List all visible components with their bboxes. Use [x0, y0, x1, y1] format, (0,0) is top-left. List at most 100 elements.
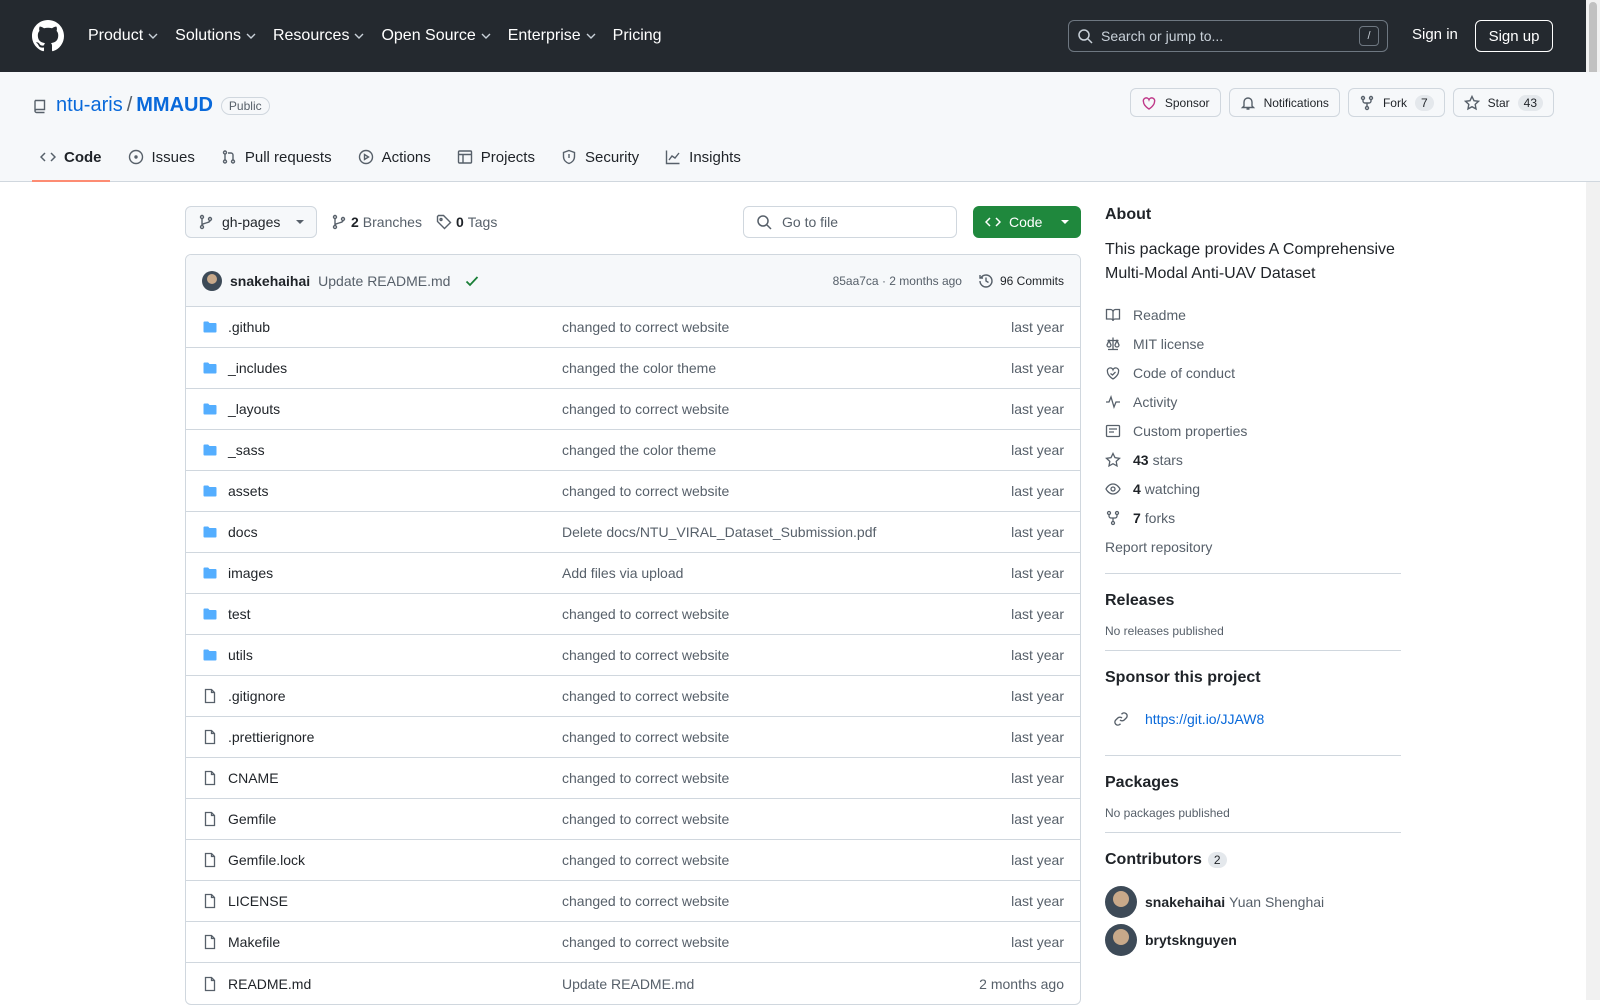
contributor-login[interactable]: brytsknguyen — [1145, 932, 1237, 948]
branches-link[interactable]: 2 Branches — [331, 214, 422, 230]
commits-link[interactable]: 96 Commits — [978, 273, 1064, 289]
file-name-link[interactable]: .github — [228, 319, 562, 335]
nav-resources[interactable]: Resources — [273, 27, 365, 45]
tab-issues[interactable]: Issues — [120, 133, 203, 181]
contributors-heading[interactable]: Contributors 2 — [1105, 851, 1401, 869]
file-row[interactable]: images Add files via upload last year — [186, 553, 1080, 594]
file-commit-message-link[interactable]: changed to correct website — [562, 483, 1011, 499]
file-name-link[interactable]: docs — [228, 524, 562, 540]
file-commit-message-link[interactable]: changed to correct website — [562, 811, 1011, 827]
repo-name-link[interactable]: MMAUD — [136, 94, 213, 117]
commit-hash-time[interactable]: 85aa7ca · 2 months ago — [833, 274, 962, 288]
about-link-forks[interactable]: 7 forks — [1105, 503, 1401, 532]
file-row[interactable]: _layouts changed to correct website last y… — [186, 389, 1080, 430]
nav-enterprise[interactable]: Enterprise — [508, 27, 597, 45]
contributor-login[interactable]: snakehaihai — [1145, 894, 1225, 910]
github-logo-icon[interactable] — [32, 20, 64, 52]
file-commit-message-link[interactable]: changed to correct website — [562, 688, 1011, 704]
avatar[interactable] — [202, 270, 222, 291]
file-name-link[interactable]: assets — [228, 483, 562, 499]
sign-in-link[interactable]: Sign in — [1412, 26, 1458, 43]
file-row[interactable]: README.md Update README.md 2 months ago — [186, 963, 1080, 1004]
file-commit-message-link[interactable]: changed the color theme — [562, 442, 1011, 458]
file-row[interactable]: .github changed to correct website last ye… — [186, 307, 1080, 348]
file-row[interactable]: .gitignore changed to correct website last… — [186, 676, 1080, 717]
file-name-link[interactable]: _includes — [228, 360, 562, 376]
repo-owner-link[interactable]: ntu-aris — [56, 94, 123, 117]
file-name-link[interactable]: .prettierignore — [228, 729, 562, 745]
avatar[interactable] — [1105, 924, 1137, 956]
file-commit-message-link[interactable]: Delete docs/NTU_VIRAL_Dataset_Submission… — [562, 524, 1011, 540]
report-repository-link[interactable]: Report repository — [1105, 532, 1401, 561]
tags-link[interactable]: 0 Tags — [436, 214, 497, 230]
file-commit-message-link[interactable]: changed the color theme — [562, 360, 1011, 376]
file-name-link[interactable]: images — [228, 565, 562, 581]
file-name-link[interactable]: CNAME — [228, 770, 562, 786]
about-link-stars[interactable]: 43 stars — [1105, 445, 1401, 474]
about-link-watching[interactable]: 4 watching — [1105, 474, 1401, 503]
tab-actions[interactable]: Actions — [350, 133, 439, 181]
about-link-readme[interactable]: Readme — [1105, 300, 1401, 329]
sponsor-button[interactable]: Sponsor — [1129, 88, 1221, 117]
file-row[interactable]: _includes changed the color theme last yea… — [186, 348, 1080, 389]
contributor-item[interactable]: brytsknguyen — [1105, 921, 1401, 959]
file-name-link[interactable]: README.md — [228, 976, 562, 992]
nav-solutions[interactable]: Solutions — [175, 27, 257, 45]
tab-code[interactable]: Code — [32, 133, 110, 182]
file-commit-message-link[interactable]: Update README.md — [562, 976, 979, 992]
file-row[interactable]: test changed to correct website last year — [186, 594, 1080, 635]
file-name-link[interactable]: _layouts — [228, 401, 562, 417]
file-commit-message-link[interactable]: changed to correct website — [562, 852, 1011, 868]
fork-button[interactable]: Fork 7 — [1347, 88, 1445, 117]
sponsor-url-link[interactable]: https://git.io/JJAW8 — [1105, 711, 1401, 727]
file-commit-message-link[interactable]: changed to correct website — [562, 319, 1011, 335]
tab-projects[interactable]: Projects — [449, 133, 543, 181]
branch-selector[interactable]: gh-pages — [185, 206, 317, 238]
file-row[interactable]: LICENSE changed to correct website last ye… — [186, 881, 1080, 922]
file-name-link[interactable]: Makefile — [228, 934, 562, 950]
tab-pull-requests[interactable]: Pull requests — [213, 133, 340, 181]
file-row[interactable]: _sass changed the color theme last year — [186, 430, 1080, 471]
nav-product[interactable]: Product — [88, 27, 159, 45]
about-link-code-of-conduct[interactable]: Code of conduct — [1105, 358, 1401, 387]
file-name-link[interactable]: Gemfile.lock — [228, 852, 562, 868]
file-name-link[interactable]: utils — [228, 647, 562, 663]
commit-message-link[interactable]: Update README.md — [318, 273, 450, 289]
file-row[interactable]: Makefile changed to correct website last y… — [186, 922, 1080, 963]
file-commit-message-link[interactable]: changed to correct website — [562, 729, 1011, 745]
file-commit-message-link[interactable]: changed to correct website — [562, 647, 1011, 663]
file-row[interactable]: assets changed to correct website last yea… — [186, 471, 1080, 512]
file-commit-message-link[interactable]: changed to correct website — [562, 934, 1011, 950]
file-row[interactable]: Gemfile changed to correct website last ye… — [186, 799, 1080, 840]
nav-open-source[interactable]: Open Source — [381, 27, 491, 45]
file-commit-message-link[interactable]: Add files via upload — [562, 565, 1011, 581]
file-commit-message-link[interactable]: changed to correct website — [562, 770, 1011, 786]
file-row[interactable]: utils changed to correct website last year — [186, 635, 1080, 676]
about-link-activity[interactable]: Activity — [1105, 387, 1401, 416]
nav-pricing[interactable]: Pricing — [613, 27, 662, 45]
file-name-link[interactable]: Gemfile — [228, 811, 562, 827]
tab-security[interactable]: Security — [553, 133, 647, 181]
file-name-link[interactable]: .gitignore — [228, 688, 562, 704]
file-commit-message-link[interactable]: changed to correct website — [562, 893, 1011, 909]
file-name-link[interactable]: _sass — [228, 442, 562, 458]
file-commit-message-link[interactable]: changed to correct website — [562, 401, 1011, 417]
contributor-item[interactable]: snakehaihai Yuan Shenghai — [1105, 883, 1401, 921]
file-name-link[interactable]: LICENSE — [228, 893, 562, 909]
releases-heading[interactable]: Releases — [1105, 592, 1401, 610]
file-row[interactable]: docs Delete docs/NTU_VIRAL_Dataset_Submis… — [186, 512, 1080, 553]
file-row[interactable]: .prettierignore changed to correct websit… — [186, 717, 1080, 758]
go-to-file-input[interactable]: Go to file — [743, 206, 957, 238]
commit-author-link[interactable]: snakehaihai — [230, 273, 310, 289]
code-dropdown-button[interactable]: Code — [973, 206, 1081, 238]
file-row[interactable]: CNAME changed to correct website last year — [186, 758, 1080, 799]
packages-heading[interactable]: Packages — [1105, 774, 1401, 792]
file-row[interactable]: Gemfile.lock changed to correct website la… — [186, 840, 1080, 881]
check-icon[interactable] — [464, 273, 480, 289]
file-commit-message-link[interactable]: changed to correct website — [562, 606, 1011, 622]
notifications-button[interactable]: Notifications — [1228, 88, 1340, 117]
file-name-link[interactable]: test — [228, 606, 562, 622]
search-input[interactable]: Search or jump to... / — [1068, 20, 1388, 52]
about-link-custom-properties[interactable]: Custom properties — [1105, 416, 1401, 445]
about-link-mit-license[interactable]: MIT license — [1105, 329, 1401, 358]
